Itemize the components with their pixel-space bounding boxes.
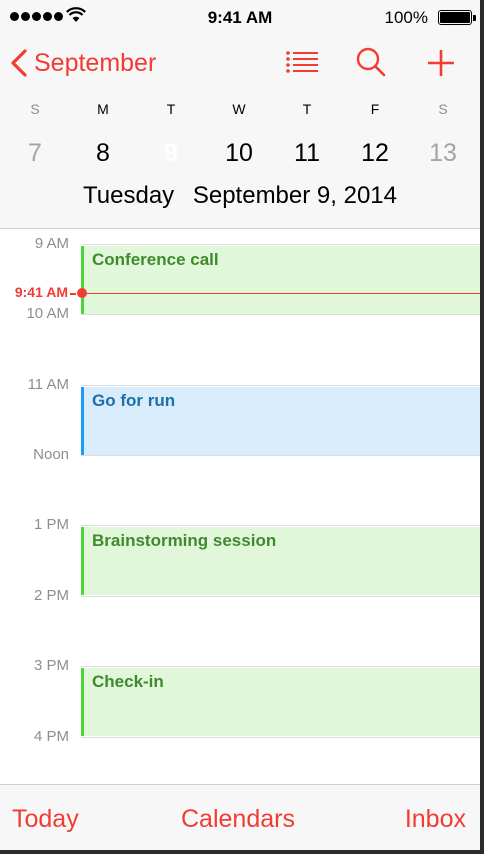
weekday-label: S (438, 101, 448, 117)
hour-label: 2 PM (33, 587, 69, 604)
date-cell[interactable]: 7 (9, 132, 61, 174)
inbox-button[interactable]: Inbox (405, 805, 466, 834)
add-icon[interactable] (425, 46, 457, 80)
weekday-label: M (97, 101, 109, 117)
hour-label: 1 PM (33, 516, 69, 533)
selected-weekday: Tuesday (83, 182, 175, 209)
date-cell-selected[interactable]: 9 (145, 130, 197, 180)
hour-label: 11 AM (27, 376, 69, 393)
list-view-icon[interactable] (284, 46, 320, 78)
calendars-button[interactable]: Calendars (181, 805, 295, 834)
date-cell[interactable]: 12 (349, 132, 401, 174)
today-button[interactable]: Today (12, 805, 79, 834)
day-timeline[interactable]: 9 AM 10 AM 11 AM Noon 1 PM 2 PM 3 PM 4 P… (0, 229, 480, 784)
weekday-label: T (166, 101, 176, 117)
bottom-toolbar: Today Calendars Inbox (0, 784, 480, 850)
header: 9:41 AM 100% September S M T W T F S 7 8… (0, 0, 480, 229)
hour-label: 9 AM (34, 235, 69, 252)
week-dates: 7 8 9 10 11 12 13 (0, 130, 480, 180)
hour-label: 10 AM (26, 305, 69, 322)
weekday-label: W (232, 101, 246, 117)
battery-percentage: 100% (384, 8, 428, 27)
event-go-for-run[interactable]: Go for run (81, 387, 480, 455)
calendar-app: 9:41 AM 100% September S M T W T F S 7 8… (0, 0, 480, 850)
chevron-left-icon (11, 49, 27, 77)
selected-full-date: September 9, 2014 (192, 182, 397, 209)
status-bar: 9:41 AM 100% (0, 0, 480, 34)
weekday-label: T (302, 101, 312, 117)
weekday-label: F (370, 101, 380, 117)
battery-icon (438, 10, 476, 25)
date-cell[interactable]: 8 (77, 132, 129, 174)
hour-label: 4 PM (33, 728, 69, 745)
event-check-in[interactable]: Check-in (81, 668, 480, 736)
nav-bar: September (0, 42, 480, 86)
date-cell[interactable]: 11 (281, 132, 333, 174)
weekday-header: S M T W T F S (0, 101, 480, 121)
event-conference-call[interactable]: Conference call (81, 246, 480, 314)
search-icon[interactable] (355, 46, 387, 80)
current-time-label: 9:41 AM (14, 284, 68, 300)
back-button[interactable]: September (10, 48, 156, 78)
event-brainstorming-session[interactable]: Brainstorming session (81, 527, 480, 595)
date-cell[interactable]: 10 (213, 132, 265, 174)
selected-date-title: Tuesday September 9, 2014 (0, 182, 480, 210)
date-cell[interactable]: 13 (417, 132, 469, 174)
hour-label: Noon (33, 446, 69, 463)
hour-label: 3 PM (33, 657, 69, 674)
back-button-label: September (34, 48, 157, 77)
weekday-label: S (30, 101, 40, 117)
